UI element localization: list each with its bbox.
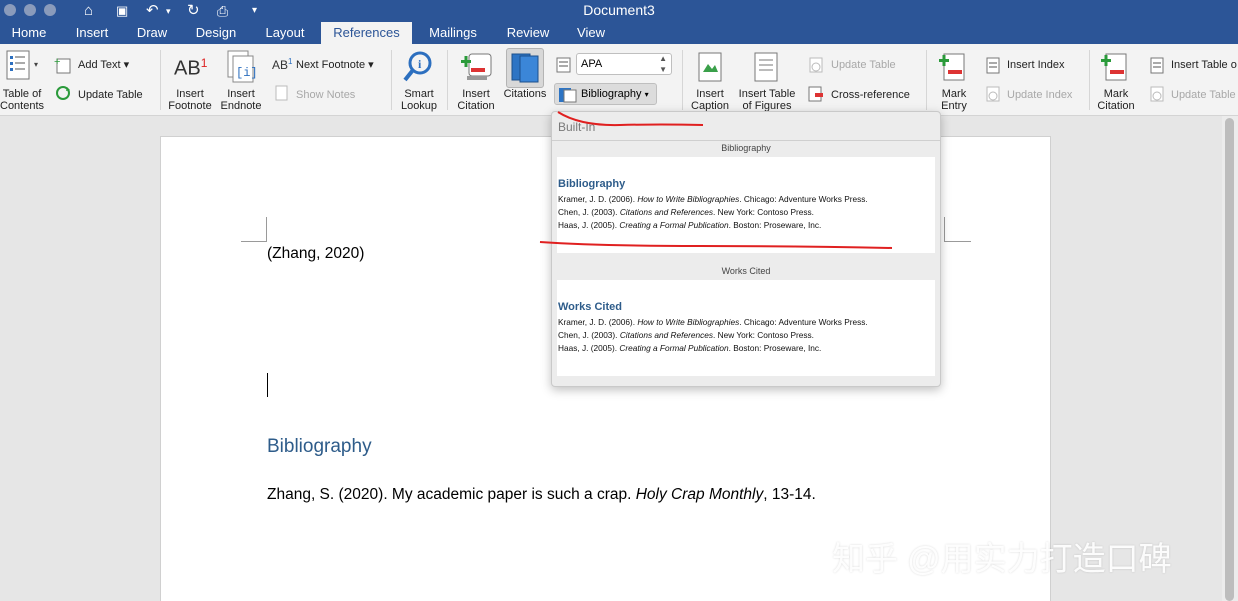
red-annotation-stroke — [557, 111, 704, 127]
watermark: 知乎 @用实力打造口碑 — [832, 540, 1172, 577]
annotation-overlay — [539, 111, 893, 249]
red-annotation-stroke — [539, 241, 893, 249]
